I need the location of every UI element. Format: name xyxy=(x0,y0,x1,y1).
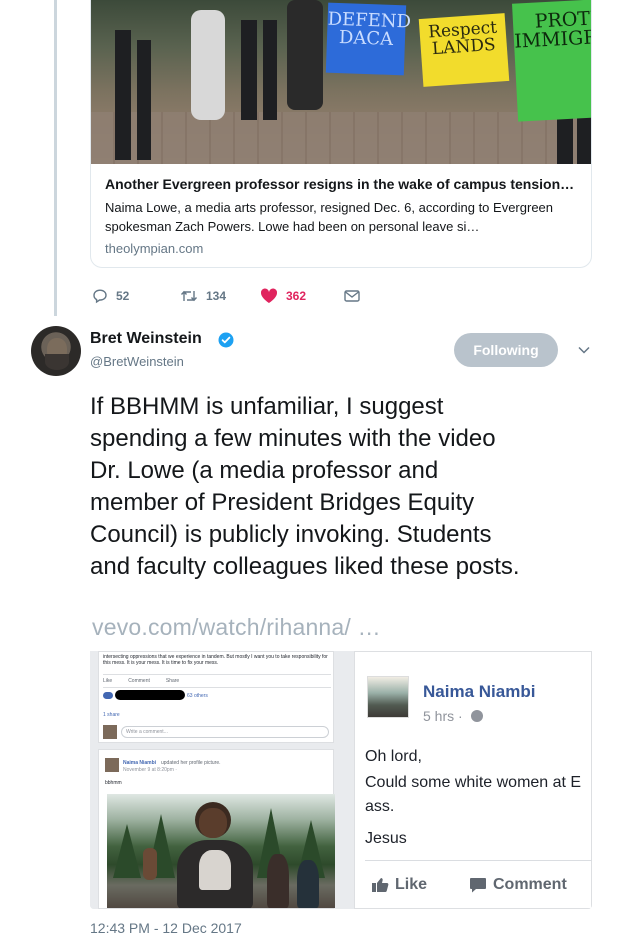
fb-poster-avatar xyxy=(105,758,119,772)
fb-actions-row: Like Comment Share xyxy=(103,678,331,684)
fb-status-line: Could some white women at E xyxy=(365,774,582,791)
author-avatar[interactable] xyxy=(31,326,81,376)
naima-avatar xyxy=(367,676,409,718)
thumbs-up-icon xyxy=(372,878,389,892)
fb-others: 63 others xyxy=(187,693,208,699)
fb-like-action: Like xyxy=(371,876,427,894)
tweet-text-line: If BBHMM is unfamiliar, I suggest xyxy=(90,393,444,420)
tweet-actions: 52 134 362 xyxy=(92,286,360,306)
fb-post-time: November 9 at 8:20pm · xyxy=(123,767,177,773)
verified-badge-icon xyxy=(218,332,234,348)
sign-protect-immigrants: PROTECT IMMIGRANTS xyxy=(512,0,591,122)
card-photo: DEFEND DACA Respect LANDS PROTECT IMMIGR… xyxy=(91,0,591,164)
fb-profile-photo xyxy=(107,794,335,908)
fb-shares: 1 share xyxy=(103,712,120,718)
like-count: 362 xyxy=(286,289,307,303)
sign-respect-lands: Respect LANDS xyxy=(418,13,510,87)
like-button[interactable]: 362 xyxy=(260,288,344,304)
card-description: Naima Lowe, a media arts professor, resi… xyxy=(105,200,554,234)
author-name[interactable]: Bret Weinstein xyxy=(90,330,202,348)
fb-share-label: Share xyxy=(165,678,180,684)
fb-profile-post: Naima Niambi updated her profile picture… xyxy=(98,749,335,909)
message-button[interactable] xyxy=(344,289,360,303)
fb-post-time: 5 hrs · xyxy=(423,708,463,724)
following-button[interactable]: Following xyxy=(454,333,558,367)
retweet-button[interactable]: 134 xyxy=(180,288,260,304)
tweet-link[interactable]: vevo.com/watch/rihanna/ … xyxy=(92,614,381,641)
fb-top-text: intersecting oppressions that we experie… xyxy=(103,654,328,666)
heart-icon xyxy=(260,288,278,303)
fb-status-line: ass. xyxy=(365,798,395,815)
fb-post-footer: intersecting oppressions that we experie… xyxy=(98,651,334,743)
tweet-text: If BBHMM is unfamiliar, I suggest spendi… xyxy=(90,391,610,583)
redacted-names xyxy=(115,690,185,700)
comment-icon xyxy=(470,878,486,893)
thread-line xyxy=(54,0,57,316)
tweet-text-line: Dr. Lowe (a media professor and xyxy=(90,457,439,484)
globe-icon xyxy=(471,710,483,722)
chevron-down-icon[interactable] xyxy=(577,343,591,357)
reply-icon xyxy=(93,289,107,304)
fb-comment-input: Write a comment... xyxy=(121,726,329,738)
media-right-screenshot: Naima Niambi 5 hrs · Oh lord, Could some… xyxy=(346,651,592,909)
fb-poster-name: Naima Niambi xyxy=(423,682,536,701)
reply-count: 52 xyxy=(116,289,130,303)
author-handle[interactable]: @BretWeinstein xyxy=(90,354,184,369)
tweet-text-line: Council) is publicly invoking. Students xyxy=(90,521,492,548)
media-left-screenshot: intersecting oppressions that we experie… xyxy=(90,651,342,909)
tweet-timestamp[interactable]: 12:43 PM - 12 Dec 2017 xyxy=(90,920,242,936)
fb-commenter-avatar xyxy=(103,725,117,739)
fb-post-text: bbhmm xyxy=(105,780,122,786)
link-card[interactable]: DEFEND DACA Respect LANDS PROTECT IMMIGR… xyxy=(90,0,592,268)
fb-post-name: Naima Niambi xyxy=(123,760,157,766)
tweet-text-line: spending a few minutes with the video xyxy=(90,425,496,452)
fb-comment-label: Comment xyxy=(493,876,567,893)
fb-status-line: Jesus xyxy=(365,830,407,847)
card-title[interactable]: Another Evergreen professor resigns in t… xyxy=(105,176,583,192)
fb-status-post: Naima Niambi 5 hrs · Oh lord, Could some… xyxy=(354,651,592,909)
fb-comment-action: Comment xyxy=(469,876,567,894)
fb-status-line: Oh lord, xyxy=(365,748,422,765)
tweet-text-line: member of President Bridges Equity xyxy=(90,489,475,516)
fb-like-label: Like xyxy=(395,876,428,893)
retweet-count: 134 xyxy=(206,289,227,303)
tweet-text-line: and faculty colleagues liked these posts… xyxy=(90,553,520,580)
reply-button[interactable]: 52 xyxy=(92,288,180,304)
fb-like-label: Like xyxy=(103,678,113,684)
fb-comment-label: Comment xyxy=(128,678,150,684)
envelope-icon xyxy=(344,290,360,302)
tweet-media[interactable]: intersecting oppressions that we experie… xyxy=(90,651,592,909)
card-body: Another Evergreen professor resigns in t… xyxy=(105,176,583,256)
fb-reaction-icon xyxy=(103,692,113,699)
retweet-icon xyxy=(180,290,198,302)
card-domain[interactable]: theolympian.com xyxy=(105,241,583,256)
fb-post-action: updated her profile picture. xyxy=(161,760,221,766)
sign-daca: DEFEND DACA xyxy=(325,2,411,76)
